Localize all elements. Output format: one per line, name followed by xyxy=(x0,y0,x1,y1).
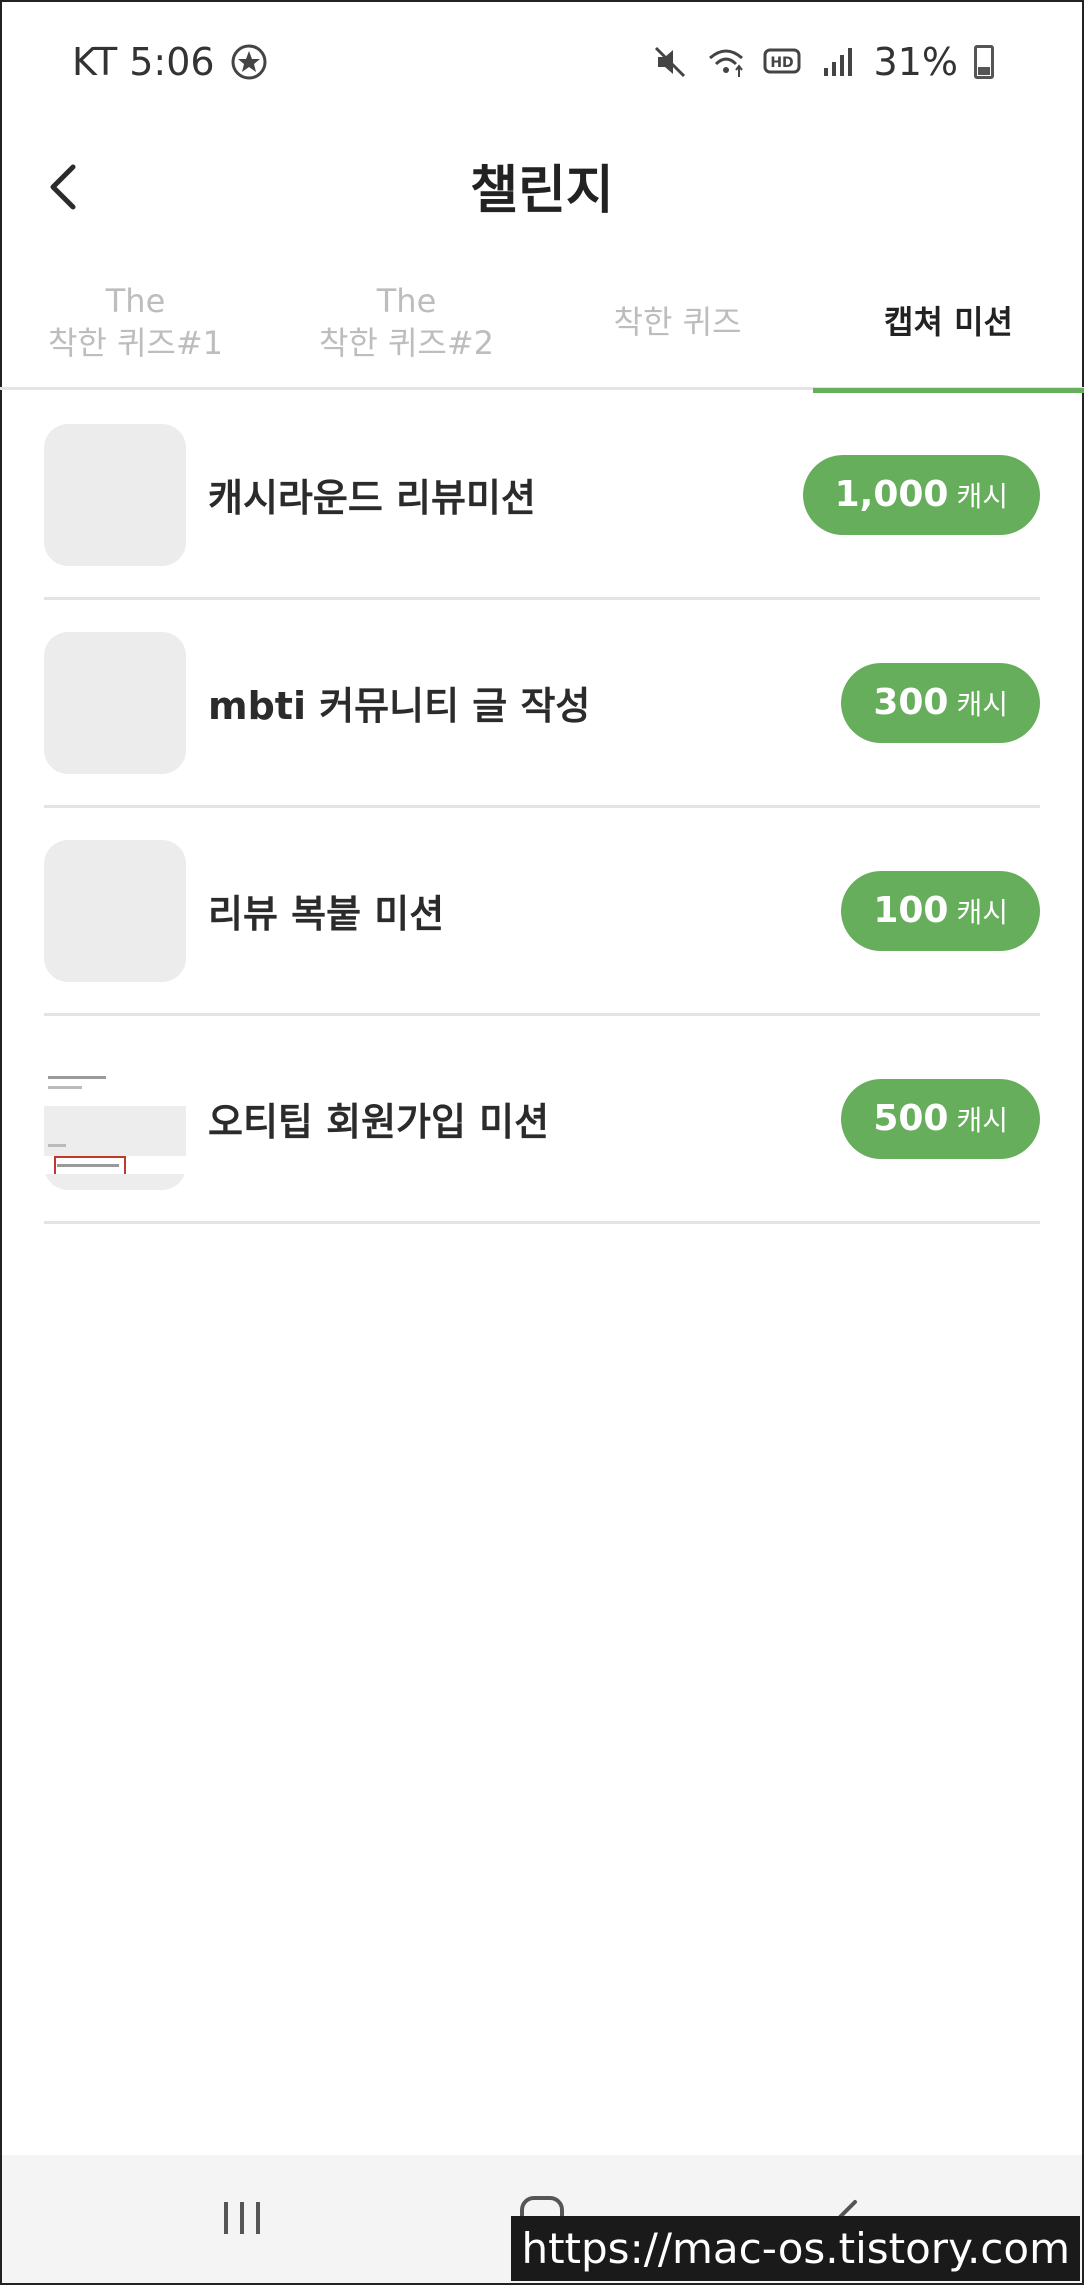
mission-row[interactable]: 캐시라운드 리뷰미션 1,000 캐시 xyxy=(44,392,1040,600)
mission-title: 오티팁 회원가입 미션 xyxy=(208,1100,550,1144)
mute-icon xyxy=(654,46,685,78)
tab-good-quiz-1[interactable]: The 착한 퀴즈#1 xyxy=(0,255,271,390)
status-bar: KT 5:06 HD 31% xyxy=(0,0,1084,130)
hd-voice-icon: HD xyxy=(763,48,801,74)
status-right: HD 31% xyxy=(650,40,994,84)
reward-unit: 캐시 xyxy=(956,895,1008,929)
reward-unit: 캐시 xyxy=(956,1103,1008,1137)
tab-capture-mission[interactable]: 캡쳐 미션 xyxy=(813,255,1084,393)
reward-unit: 캐시 xyxy=(956,479,1008,513)
tab-bar: The 착한 퀴즈#1 The 착한 퀴즈#2 착한 퀴즈 캡쳐 미션 xyxy=(0,255,1084,393)
watermark: https://mac-os.tistory.com xyxy=(511,2216,1080,2281)
recent-apps-button[interactable] xyxy=(202,2183,282,2253)
tab-label: 캡쳐 미션 xyxy=(884,302,1013,341)
app-notification-icon xyxy=(231,44,267,80)
status-left: KT 5:06 xyxy=(72,40,269,84)
page-title: 챌린지 xyxy=(470,161,614,221)
mission-thumbnail xyxy=(44,839,186,982)
mission-row[interactable]: 오티팁 회원가입 미션 500 캐시 xyxy=(44,1016,1040,1224)
recent-apps-icon xyxy=(224,2202,260,2234)
thumbnail-band xyxy=(44,1173,186,1190)
mission-thumbnail xyxy=(44,1047,186,1190)
tab-good-quiz-2[interactable]: The 착한 퀴즈#2 xyxy=(271,255,542,390)
mission-title: mbti 커뮤니티 글 작성 xyxy=(208,684,591,728)
thumbnail-text-line xyxy=(57,1163,119,1167)
thumbnail-band xyxy=(44,1105,186,1156)
mission-list: 캐시라운드 리뷰미션 1,000 캐시 mbti 커뮤니티 글 작성 300 캐… xyxy=(44,392,1040,1224)
mission-thumbnail xyxy=(44,631,186,774)
tab-label-line2: 착한 퀴즈#1 xyxy=(47,323,224,362)
signal-icon xyxy=(823,48,852,76)
reward-badge[interactable]: 300 캐시 xyxy=(841,662,1040,743)
tab-label-line2: 착한 퀴즈#2 xyxy=(318,323,495,362)
page-header: 챌린지 xyxy=(0,130,1084,250)
reward-unit: 캐시 xyxy=(956,687,1008,721)
tab-label-line1: The xyxy=(376,281,437,320)
battery-percent: 31% xyxy=(873,40,958,84)
mission-title: 캐시라운드 리뷰미션 xyxy=(208,476,536,520)
reward-amount: 300 xyxy=(873,682,949,723)
thumbnail-text-line xyxy=(48,1143,66,1147)
mission-title: 리뷰 복붙 미션 xyxy=(208,892,445,936)
tab-label-line1: The xyxy=(105,281,166,320)
reward-amount: 1,000 xyxy=(834,474,949,515)
mission-row[interactable]: mbti 커뮤니티 글 작성 300 캐시 xyxy=(44,600,1040,808)
reward-amount: 500 xyxy=(873,1098,949,1139)
wifi-icon xyxy=(708,49,743,77)
thumbnail-text-line xyxy=(48,1085,82,1089)
battery-icon xyxy=(974,45,994,79)
thumbnail-text-line xyxy=(48,1075,106,1079)
tab-good-quiz[interactable]: 착한 퀴즈 xyxy=(542,255,813,390)
reward-badge[interactable]: 100 캐시 xyxy=(841,870,1040,951)
svg-text:HD: HD xyxy=(770,55,793,71)
carrier-time: KT 5:06 xyxy=(72,40,215,84)
reward-badge[interactable]: 1,000 캐시 xyxy=(802,454,1040,535)
mission-thumbnail xyxy=(44,423,186,566)
tab-label: 착한 퀴즈 xyxy=(613,302,742,341)
mission-row[interactable]: 리뷰 복붙 미션 100 캐시 xyxy=(44,808,1040,1016)
reward-amount: 100 xyxy=(873,890,949,931)
reward-badge[interactable]: 500 캐시 xyxy=(841,1078,1040,1159)
